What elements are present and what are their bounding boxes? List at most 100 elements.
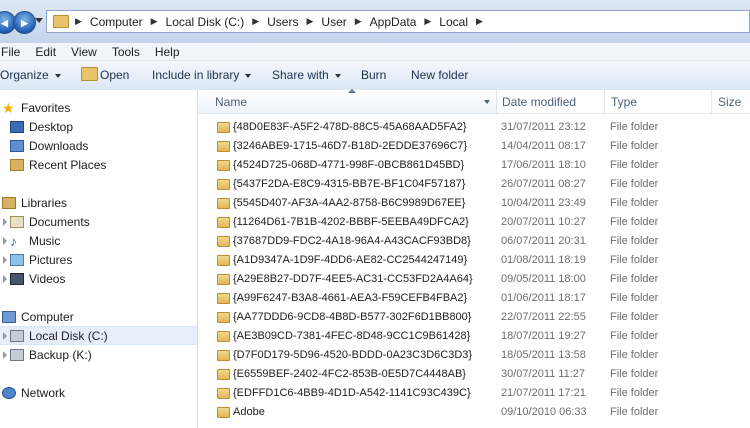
nav-music[interactable]: ♪ Music [0,231,197,250]
menu-view[interactable]: View [71,45,97,59]
nav-downloads[interactable]: Downloads [0,136,197,155]
nav-network[interactable]: Network [0,383,197,402]
file-date-modified: 18/07/2011 19:27 [501,330,586,342]
breadcrumb-computer[interactable]: Computer [90,15,143,29]
file-type: File folder [610,368,659,380]
nav-favorites[interactable]: ★ Favorites [0,98,197,117]
breadcrumb-local-disk[interactable]: Local Disk (C:) [166,15,245,29]
file-date-modified: 09/10/2010 06:33 [501,406,587,418]
file-name: {AE3B09CD-7381-4FEC-8D48-9CC1C9B61428} [233,330,471,342]
file-row[interactable]: {5437F2DA-E8C9-4315-BB7E-BF1C04F57187} 26… [198,175,750,194]
column-name[interactable]: Name [215,95,247,109]
expand-arrow-icon[interactable] [3,350,7,359]
file-row[interactable]: {3246ABE9-1715-46D7-B18D-2EDDE37696C7} 14… [198,137,750,156]
nav-local-disk[interactable]: Local Disk (C:) [0,326,197,345]
nav-label: Favorites [21,100,71,115]
menu-help[interactable]: Help [155,45,180,59]
file-row[interactable]: {D7F0D179-5D96-4520-BDDD-0A23C3D6C3D3} 18… [198,346,750,365]
file-date-modified: 26/07/2011 08:27 [501,178,586,190]
nav-computer[interactable]: Computer [0,307,197,326]
breadcrumb-local[interactable]: Local [439,15,468,29]
file-date-modified: 31/07/2011 23:12 [501,121,586,133]
chevron-right-icon[interactable]: ▶ [476,16,483,27]
breadcrumb-users[interactable]: Users [267,15,298,29]
folder-icon [217,331,230,342]
breadcrumb-user[interactable]: User [321,15,346,29]
chevron-right-icon[interactable]: ▶ [75,16,82,27]
folder-icon [217,179,230,190]
column-divider[interactable] [711,90,712,113]
file-row[interactable]: {11264D61-7B1B-4202-BBBF-5EEBA49DFCA2} 20… [198,213,750,232]
column-size[interactable]: Size [718,95,741,109]
include-in-library-button[interactable]: Include in library [152,68,252,82]
chevron-right-icon[interactable]: ▶ [252,16,259,27]
address-bar-area: ◀ ▶ ▶ Computer ▶ Local Disk (C:) ▶ Users… [0,0,750,43]
chevron-right-icon[interactable]: ▶ [424,16,431,27]
file-row[interactable]: {5545D407-AF3A-4AA2-8758-B6C9989D67EE} 10… [198,194,750,213]
file-type: File folder [610,140,659,152]
expand-arrow-icon[interactable] [3,331,7,340]
file-row[interactable]: {AE3B09CD-7381-4FEC-8D48-9CC1C9B61428} 18… [198,327,750,346]
folder-icon [217,407,230,418]
burn-button[interactable]: Burn [361,68,386,82]
expand-arrow-icon[interactable] [3,236,7,245]
chevron-down-icon[interactable] [484,100,490,104]
chevron-right-icon[interactable]: ▶ [306,16,313,27]
nav-backup[interactable]: Backup (K:) [0,345,197,364]
nav-videos[interactable]: Videos [0,269,197,288]
column-date-modified[interactable]: Date modified [502,95,576,109]
menu-file[interactable]: File [1,45,20,59]
nav-label: Network [21,385,66,400]
nav-label: Local Disk (C:) [29,328,108,343]
file-row[interactable]: {A1D9347A-1D9F-4DD6-AE82-CC2544247149} 01… [198,251,750,270]
computer-icon [2,310,16,323]
file-row[interactable]: {A29E8B27-DD7F-4EE5-AC31-CC53FD2A4A64} 09… [198,270,750,289]
file-row[interactable]: {E6559BEF-2402-4FC2-853B-0E5D7C4448AB} 30… [198,365,750,384]
file-date-modified: 10/04/2011 23:49 [501,197,586,209]
expand-arrow-icon[interactable] [3,217,7,226]
share-with-button[interactable]: Share with [272,68,341,82]
file-row[interactable]: Adobe 09/10/2010 06:33 File folder [198,403,750,422]
file-name: {11264D61-7B1B-4202-BBBF-5EEBA49DFCA2} [233,216,469,228]
file-row[interactable]: {EDFFD1C6-4BB9-4D1D-A542-1141C93C439C} 21… [198,384,750,403]
column-divider[interactable] [604,90,605,113]
chevron-right-icon[interactable]: ▶ [355,16,362,27]
column-type[interactable]: Type [611,95,637,109]
sort-ascending-icon [348,89,356,93]
file-type: File folder [610,311,659,323]
nav-pictures[interactable]: Pictures [0,250,197,269]
documents-icon [10,215,24,228]
file-row[interactable]: {37687DD9-FDC2-4A18-96A4-A43CACF93BD8} 06… [198,232,750,251]
forward-arrow-icon: ▶ [21,18,28,28]
expand-arrow-icon[interactable] [3,255,7,264]
forward-button[interactable]: ▶ [13,11,36,34]
nav-documents[interactable]: Documents [0,212,197,231]
nav-desktop[interactable]: Desktop [0,117,197,136]
file-type: File folder [610,273,659,285]
nav-label: Pictures [29,252,73,267]
menu-edit[interactable]: Edit [35,45,56,59]
folder-icon [217,388,230,399]
address-box[interactable]: ▶ Computer ▶ Local Disk (C:) ▶ Users ▶ U… [46,10,750,33]
menu-tools[interactable]: Tools [112,45,140,59]
file-row[interactable]: {AA77DDD6-9CD8-4B8D-B577-302F6D1BB800} 22… [198,308,750,327]
open-button[interactable]: Open [100,68,129,82]
file-row[interactable]: {A99F6247-B3A8-4661-AEA3-F59CEFB4FBA2} 01… [198,289,750,308]
breadcrumb-appdata[interactable]: AppData [370,15,417,29]
nav-label: Desktop [29,119,74,134]
nav-libraries[interactable]: Libraries [0,193,197,212]
file-name: {E6559BEF-2402-4FC2-853B-0E5D7C4448AB} [233,368,466,380]
folder-icon [217,350,230,361]
organize-button[interactable]: Organize [0,68,61,82]
file-row[interactable]: {48D0E83F-A5F2-478D-88C5-45A68AAD5FA2} 31… [198,118,750,137]
chevron-right-icon[interactable]: ▶ [151,16,158,27]
command-bar: Organize Open Include in library Share w… [0,61,750,91]
expand-arrow-icon[interactable] [3,274,7,283]
nav-label: Documents [29,214,90,229]
menu-bar: File Edit View Tools Help [0,43,750,61]
file-row[interactable]: {4524D725-068D-4771-998F-0BCB861D45BD} 17… [198,156,750,175]
file-name: {AA77DDD6-9CD8-4B8D-B577-302F6D1BB800} [233,311,472,323]
new-folder-button[interactable]: New folder [411,68,468,82]
nav-recent-places[interactable]: Recent Places [0,155,197,174]
recent-pages-dropdown-icon[interactable] [35,18,43,23]
